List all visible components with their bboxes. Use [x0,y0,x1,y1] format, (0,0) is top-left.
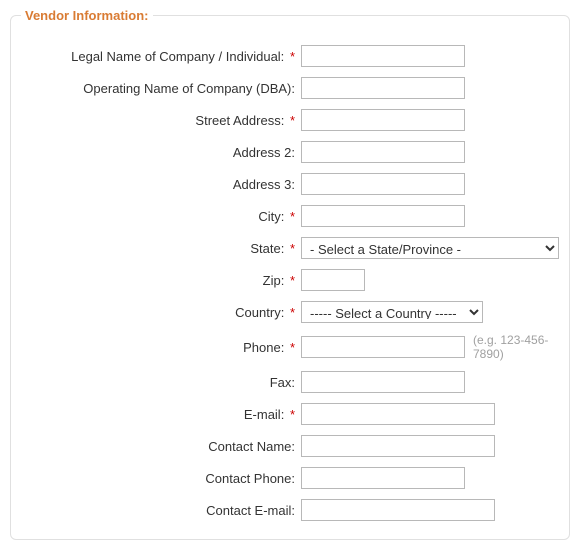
row-zip: Zip: * [21,269,559,291]
required-marker: * [290,49,295,64]
label-text: Address 2: [233,145,295,160]
required-marker: * [290,273,295,288]
label-zip: Zip: * [21,273,301,288]
label-street: Street Address: * [21,113,301,128]
phone-input[interactable] [301,336,465,358]
label-text: Operating Name of Company (DBA): [83,81,295,96]
row-street: Street Address: * [21,109,559,131]
label-text: E-mail: [244,407,284,422]
label-text: Contact E-mail: [206,503,295,518]
address2-input[interactable] [301,141,465,163]
row-contact-name: Contact Name: [21,435,559,457]
fax-input[interactable] [301,371,465,393]
row-contact-phone: Contact Phone: [21,467,559,489]
row-fax: Fax: [21,371,559,393]
label-text: Country: [235,305,284,320]
label-text: City: [258,209,284,224]
row-email: E-mail: * [21,403,559,425]
required-marker: * [290,305,295,320]
required-marker: * [290,241,295,256]
label-country: Country: * [21,305,301,320]
phone-hint: (e.g. 123-456-7890) [473,333,559,361]
state-select[interactable]: - Select a State/Province - [301,237,559,259]
contact-phone-input[interactable] [301,467,465,489]
required-marker: * [290,209,295,224]
city-input[interactable] [301,205,465,227]
vendor-information-fieldset: Vendor Information: Legal Name of Compan… [10,8,570,540]
contact-email-input[interactable] [301,499,495,521]
required-marker: * [290,407,295,422]
row-address2: Address 2: [21,141,559,163]
label-text: Fax: [270,375,295,390]
row-operating-name: Operating Name of Company (DBA): [21,77,559,99]
country-select[interactable]: ----- Select a Country ----- [301,301,483,323]
label-text: Phone: [243,340,284,355]
label-text: Street Address: [195,113,284,128]
label-legal-name: Legal Name of Company / Individual: * [21,49,301,64]
row-phone: Phone: * (e.g. 123-456-7890) [21,333,559,361]
label-phone: Phone: * [21,340,301,355]
row-legal-name: Legal Name of Company / Individual: * [21,45,559,67]
legal-name-input[interactable] [301,45,465,67]
label-city: City: * [21,209,301,224]
label-address2: Address 2: [21,145,301,160]
row-contact-email: Contact E-mail: [21,499,559,521]
label-text: Contact Name: [208,439,295,454]
label-contact-email: Contact E-mail: [21,503,301,518]
required-marker: * [290,340,295,355]
row-city: City: * [21,205,559,227]
email-input[interactable] [301,403,495,425]
row-state: State: * - Select a State/Province - [21,237,559,259]
zip-input[interactable] [301,269,365,291]
row-address3: Address 3: [21,173,559,195]
label-contact-name: Contact Name: [21,439,301,454]
section-title: Vendor Information: [21,8,153,23]
label-text: Address 3: [233,177,295,192]
label-text: Zip: [263,273,285,288]
label-email: E-mail: * [21,407,301,422]
contact-name-input[interactable] [301,435,495,457]
label-text: Legal Name of Company / Individual: [71,49,284,64]
label-address3: Address 3: [21,177,301,192]
label-text: State: [250,241,284,256]
label-fax: Fax: [21,375,301,390]
label-text: Contact Phone: [205,471,295,486]
label-contact-phone: Contact Phone: [21,471,301,486]
operating-name-input[interactable] [301,77,465,99]
row-country: Country: * ----- Select a Country ----- [21,301,559,323]
street-input[interactable] [301,109,465,131]
required-marker: * [290,113,295,128]
label-state: State: * [21,241,301,256]
label-operating-name: Operating Name of Company (DBA): [21,81,301,96]
address3-input[interactable] [301,173,465,195]
